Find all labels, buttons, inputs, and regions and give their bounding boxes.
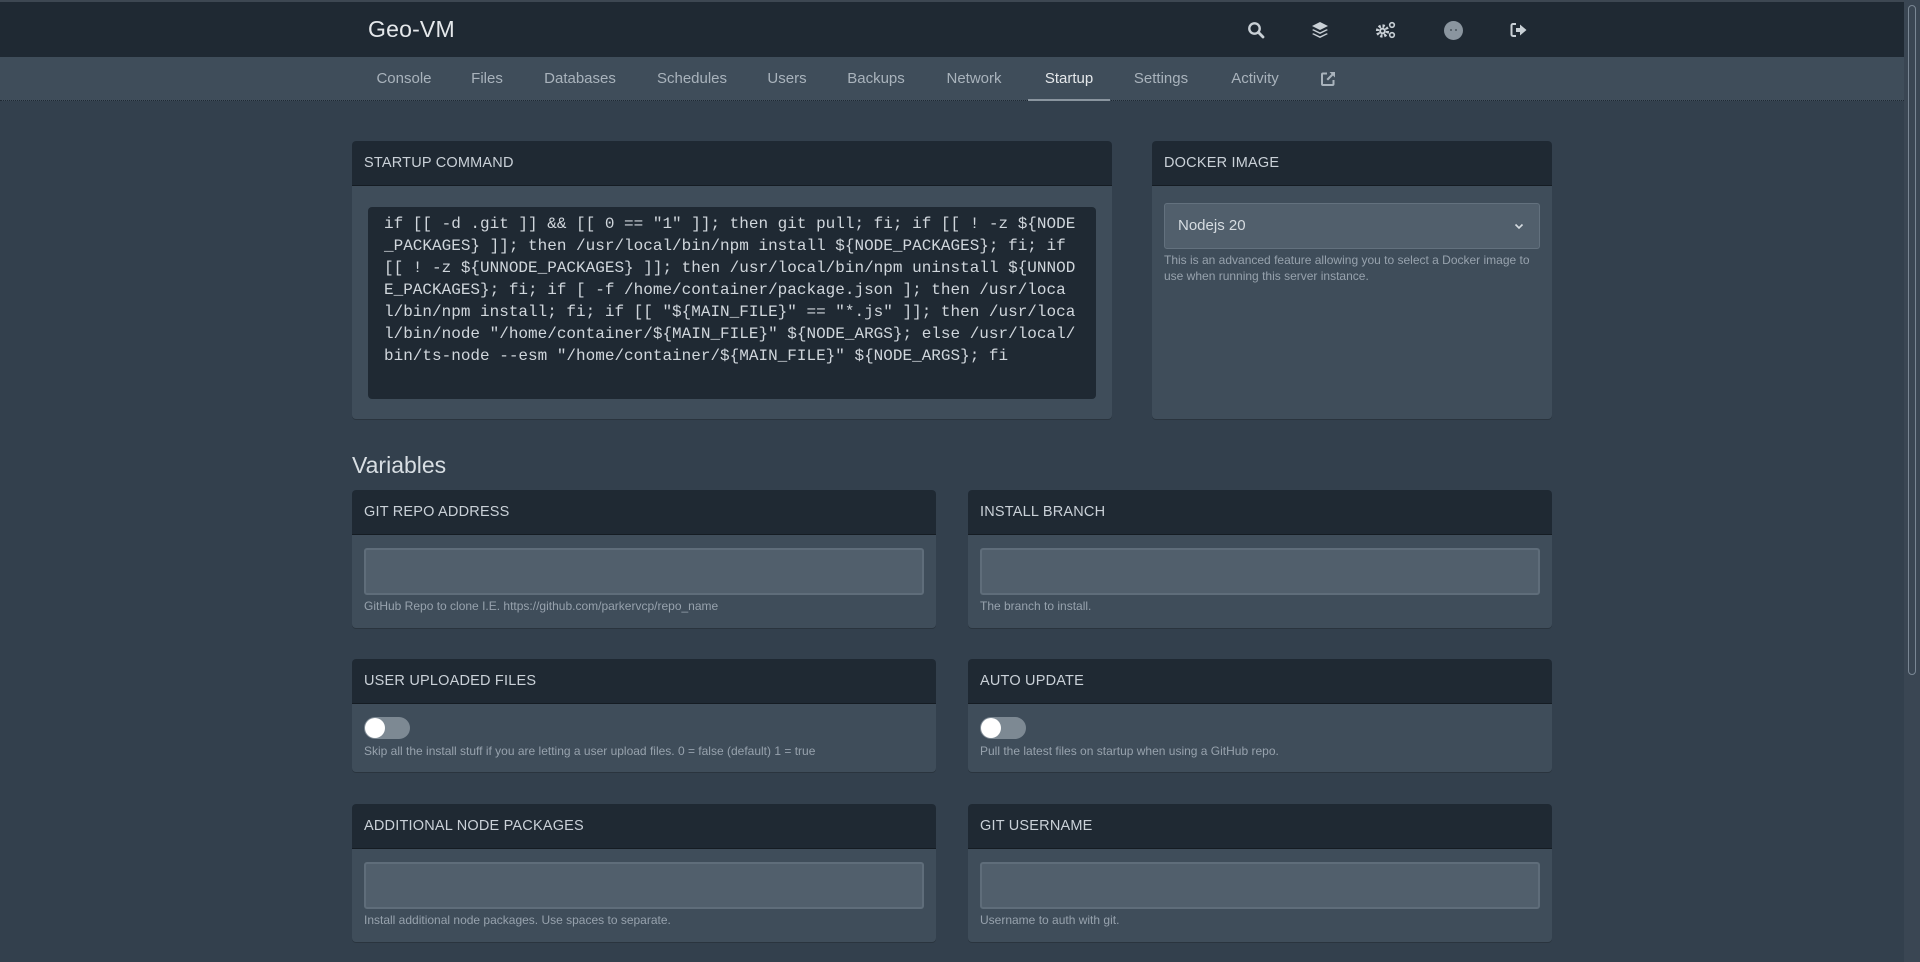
variable-help: Username to auth with git. <box>980 913 1120 927</box>
variable-name: USER UPLOADED FILES <box>352 659 936 704</box>
variable-help: The branch to install. <box>980 599 1092 613</box>
variable-git-username: GIT USERNAME Username to auth with git. <box>968 804 1552 942</box>
install-branch-input[interactable] <box>980 548 1540 595</box>
layers-icon[interactable] <box>1306 16 1334 44</box>
startup-command-code: if [[ -d .git ]] && [[ 0 == "1" ]]; then… <box>368 207 1096 399</box>
docker-image-card: DOCKER IMAGE Nodejs 20 This is an advanc… <box>1152 141 1552 419</box>
variable-help: Skip all the install stuff if you are le… <box>364 744 816 758</box>
sign-out-icon[interactable] <box>1505 16 1533 44</box>
variable-help: Pull the latest files on startup when us… <box>980 744 1279 758</box>
toggle-knob <box>365 718 385 738</box>
variables-heading: Variables <box>352 452 447 478</box>
git-repo-address-input[interactable] <box>364 548 924 595</box>
tab-activity[interactable]: Activity <box>1219 57 1291 101</box>
scrollbar-thumb[interactable] <box>1908 5 1916 675</box>
variable-user-uploaded-files: USER UPLOADED FILES Skip all the install… <box>352 659 936 772</box>
tab-databases[interactable]: Databases <box>532 57 628 101</box>
docker-image-selected: Nodejs 20 <box>1178 217 1246 234</box>
avatar-icon[interactable] <box>1439 16 1467 44</box>
startup-command-card: STARTUP COMMAND if [[ -d .git ]] && [[ 0… <box>352 141 1112 419</box>
tab-console[interactable]: Console <box>364 57 444 101</box>
variable-git-repo-address: GIT REPO ADDRESS GitHub Repo to clone I.… <box>352 490 936 628</box>
tab-files[interactable]: Files <box>459 57 515 101</box>
tab-backups[interactable]: Backups <box>836 57 916 101</box>
tab-settings[interactable]: Settings <box>1125 57 1197 101</box>
variable-install-branch: INSTALL BRANCH The branch to install. <box>968 490 1552 628</box>
cogs-icon[interactable] <box>1372 16 1400 44</box>
search-icon[interactable] <box>1242 16 1270 44</box>
toggle-knob <box>981 718 1001 738</box>
tab-startup[interactable]: Startup <box>1028 57 1110 101</box>
variable-name: INSTALL BRANCH <box>968 490 1552 535</box>
variable-name: AUTO UPDATE <box>968 659 1552 704</box>
user-uploaded-files-toggle[interactable] <box>364 717 410 739</box>
docker-image-title: DOCKER IMAGE <box>1152 141 1552 186</box>
git-username-input[interactable] <box>980 862 1540 909</box>
variable-additional-node-packages: ADDITIONAL NODE PACKAGES Install additio… <box>352 804 936 942</box>
auto-update-toggle[interactable] <box>980 717 1026 739</box>
server-nav: Console Files Databases Schedules Users … <box>0 57 1904 101</box>
docker-image-select[interactable]: Nodejs 20 <box>1164 203 1540 249</box>
top-bar: Geo-VM <box>0 0 1904 57</box>
variable-name: GIT REPO ADDRESS <box>352 490 936 535</box>
docker-image-help: This is an advanced feature allowing you… <box>1164 253 1530 283</box>
variable-auto-update: AUTO UPDATE Pull the latest files on sta… <box>968 659 1552 772</box>
variable-name: ADDITIONAL NODE PACKAGES <box>352 804 936 849</box>
tab-network[interactable]: Network <box>934 57 1014 101</box>
variable-name: GIT USERNAME <box>968 804 1552 849</box>
tab-users[interactable]: Users <box>755 57 819 101</box>
startup-command-title: STARTUP COMMAND <box>352 141 1112 186</box>
variable-help: GitHub Repo to clone I.E. https://github… <box>364 599 719 613</box>
external-link-icon[interactable] <box>1316 57 1340 101</box>
chevron-down-icon <box>1514 223 1524 230</box>
variable-help: Install additional node packages. Use sp… <box>364 913 671 927</box>
tab-schedules[interactable]: Schedules <box>644 57 740 101</box>
page-scrollbar[interactable] <box>1904 0 1920 962</box>
additional-node-packages-input[interactable] <box>364 862 924 909</box>
